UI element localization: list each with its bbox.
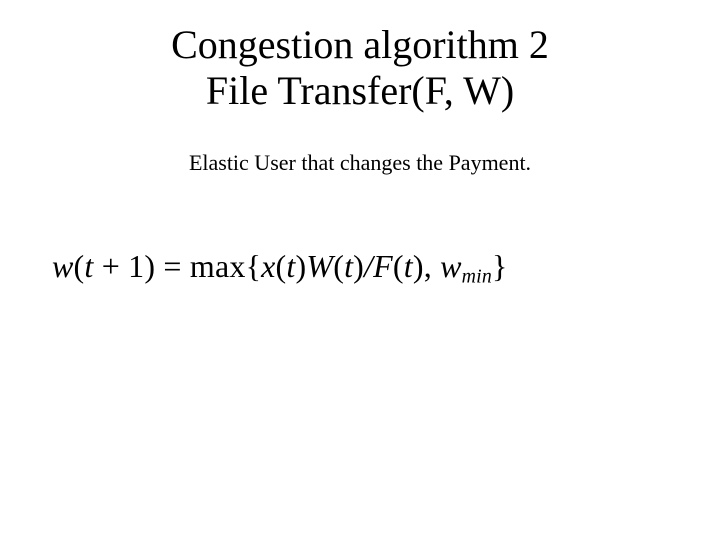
eq-Ft-open: ( — [393, 248, 404, 284]
eq-comma: , — [424, 248, 440, 284]
eq-W: W — [306, 248, 333, 284]
slide-subtitle: Elastic User that changes the Payment. — [0, 150, 720, 176]
title-line-2: File Transfer(F, W) — [206, 68, 514, 113]
eq-Ft-t: t — [404, 248, 413, 284]
eq-wmin-sub: min — [462, 266, 492, 288]
slide: Congestion algorithm 2 File Transfer(F, … — [0, 0, 720, 540]
eq-lhs-w: w — [52, 248, 74, 284]
eq-lhs-one: 1 — [128, 248, 144, 284]
eq-xt-open: ( — [276, 248, 287, 284]
eq-lhs-close-eq: ) = — [144, 248, 190, 284]
eq-brace-close: } — [492, 248, 508, 284]
eq-Wt-open: ( — [333, 248, 344, 284]
eq-Wt-t: t — [344, 248, 353, 284]
eq-xt-close: ) — [296, 248, 307, 284]
eq-Wt-close: ) — [353, 248, 364, 284]
eq-Ft-close: ) — [413, 248, 424, 284]
eq-brace-open: { — [246, 248, 262, 284]
eq-slash: / — [364, 248, 373, 284]
title-line-1: Congestion algorithm 2 — [171, 22, 549, 67]
eq-lhs-plus: + — [94, 248, 129, 284]
equation: w(t + 1) = max{x(t)W(t)/F(t), wmin} — [52, 248, 508, 289]
eq-lhs-t: t — [84, 248, 93, 284]
eq-F: F — [373, 248, 393, 284]
eq-max: max — [190, 248, 246, 284]
slide-title: Congestion algorithm 2 File Transfer(F, … — [0, 22, 720, 114]
eq-xt-t: t — [286, 248, 295, 284]
eq-wmin-w: w — [440, 248, 462, 284]
eq-lhs-open: ( — [74, 248, 85, 284]
eq-x: x — [261, 248, 275, 284]
